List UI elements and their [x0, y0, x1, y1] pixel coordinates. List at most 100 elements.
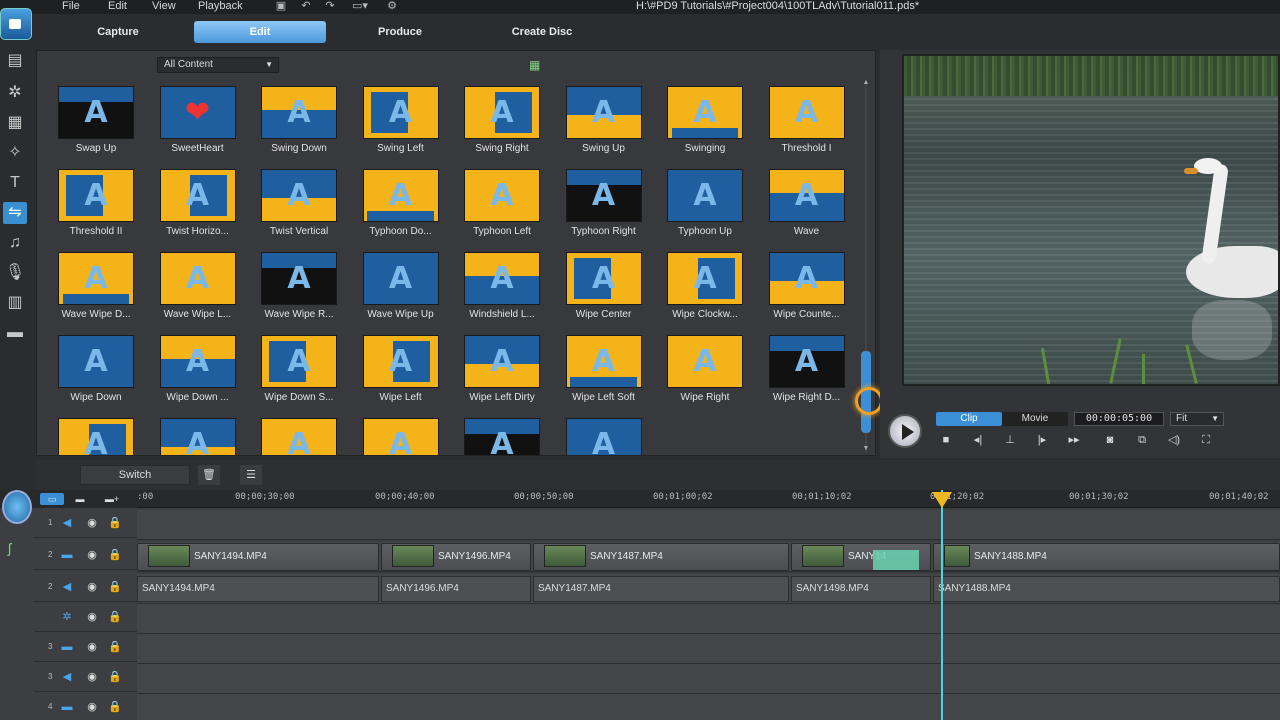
transition-tile[interactable]: A Swap Up: [41, 83, 134, 166]
transition-tile[interactable]: A Swing Left: [346, 83, 439, 166]
audio-track-icon[interactable]: ◀: [58, 580, 76, 594]
time-ruler[interactable]: :00 00;00;30;00 00;00;40;00 00;00;50;00 00;0…: [137, 490, 1280, 508]
effect-track-icon[interactable]: ✲: [58, 610, 76, 624]
eye-visibility-icon[interactable]: ◉: [84, 640, 100, 654]
eye-visibility-icon[interactable]: ◉: [84, 580, 100, 594]
save-icon[interactable]: ▣: [275, 0, 287, 12]
volume-icon[interactable]: ◁): [1166, 433, 1182, 447]
grid-view-icon[interactable]: ▦: [529, 59, 541, 71]
eye-visibility-icon[interactable]: ◉: [84, 700, 100, 714]
transition-tile[interactable]: A Wipe Left: [346, 332, 439, 415]
transition-tile[interactable]: A Swinging: [650, 83, 743, 166]
audio-clip[interactable]: SANY1487.MP4: [533, 576, 789, 602]
timeline-mode-icon[interactable]: [2, 490, 32, 524]
lock-icon[interactable]: 🔒: [108, 580, 122, 594]
chapter-room-icon[interactable]: ▥: [3, 292, 27, 314]
tab-produce[interactable]: Produce: [334, 21, 466, 43]
clip-movie-switch[interactable]: Clip Movie: [936, 412, 1068, 426]
video-clip[interactable]: SANY1496.MP4: [381, 543, 531, 571]
transition-tile[interactable]: A Swing Right: [447, 83, 540, 166]
playhead-line[interactable]: [941, 490, 943, 720]
particle-room-icon[interactable]: ✧: [3, 142, 27, 164]
transition-tile[interactable]: A Swing Down: [244, 83, 337, 166]
lock-icon[interactable]: 🔒: [108, 700, 122, 714]
transition-tile[interactable]: A Wave: [752, 166, 845, 249]
video-clip[interactable]: SANY1494.MP4: [137, 543, 379, 571]
title-room-icon[interactable]: T: [3, 172, 27, 194]
transition-tile[interactable]: A Wave Wipe L...: [143, 249, 236, 332]
video-track-icon[interactable]: ▬: [58, 640, 76, 654]
transition-tile[interactable]: A Twist Horizo...: [143, 166, 236, 249]
fast-forward-icon[interactable]: ▸▸: [1066, 433, 1082, 447]
switch-view-button[interactable]: Switch: [80, 465, 190, 485]
lock-icon[interactable]: 🔒: [108, 548, 122, 562]
transition-tile[interactable]: A Threshold I: [752, 83, 845, 166]
add-track-icon[interactable]: ▬+: [100, 493, 124, 505]
transition-tile[interactable]: A Wipe Clockw...: [650, 249, 743, 332]
voice-over-icon[interactable]: 🎙: [3, 262, 27, 284]
transition-tile[interactable]: A Wipe Center: [549, 249, 642, 332]
transition-tile[interactable]: A: [447, 415, 540, 455]
transition-tile[interactable]: A Windshield L...: [447, 249, 540, 332]
eye-visibility-icon[interactable]: ◉: [84, 516, 100, 530]
pip-room-icon[interactable]: ▦: [3, 112, 27, 134]
clip-mode-option[interactable]: Clip: [936, 412, 1002, 426]
eye-visibility-icon[interactable]: ◉: [84, 610, 100, 624]
audio-track-icon[interactable]: ◀: [58, 516, 76, 530]
audio-clip[interactable]: SANY1494.MP4: [137, 576, 379, 602]
eye-visibility-icon[interactable]: ◉: [84, 670, 100, 684]
previous-frame-icon[interactable]: ◂|: [970, 433, 986, 447]
transition-tile[interactable]: A Typhoon Do...: [346, 166, 439, 249]
audio-clip[interactable]: SANY1496.MP4: [381, 576, 531, 602]
delete-trash-icon[interactable]: 🗑: [198, 465, 220, 485]
transition-tile[interactable]: A Swing Up: [549, 83, 642, 166]
media-room-icon[interactable]: ▤: [3, 50, 27, 72]
lock-icon[interactable]: 🔒: [108, 516, 122, 530]
settings-gear-icon[interactable]: ⚙: [386, 0, 398, 12]
fullscreen-icon[interactable]: ⛶: [1198, 433, 1214, 447]
subtitle-room-icon[interactable]: ▬: [3, 322, 27, 344]
audio-mixing-icon[interactable]: ♫: [3, 232, 27, 254]
transition-tile[interactable]: A: [41, 415, 134, 455]
transition-marker[interactable]: [873, 550, 919, 570]
transition-tile[interactable]: A Typhoon Up: [650, 166, 743, 249]
content-filter-dropdown[interactable]: All Content ▼: [157, 57, 279, 73]
lock-icon[interactable]: 🔒: [108, 640, 122, 654]
menu-edit[interactable]: Edit: [108, 0, 127, 13]
transition-tile[interactable]: A: [244, 415, 337, 455]
aspect-ratio-icon[interactable]: ▭▾: [350, 0, 370, 12]
transition-tile[interactable]: A Wipe Down S...: [244, 332, 337, 415]
play-button[interactable]: [888, 414, 922, 448]
menu-playback[interactable]: Playback: [198, 0, 243, 13]
transition-tile[interactable]: A Wipe Left Soft: [549, 332, 642, 415]
video-track-icon[interactable]: ▬: [58, 700, 76, 714]
tab-create-disc[interactable]: Create Disc: [476, 21, 608, 43]
video-clip[interactable]: SANY1487.MP4: [533, 543, 789, 571]
eye-visibility-icon[interactable]: ◉: [84, 548, 100, 562]
transition-tile[interactable]: A Wave Wipe Up: [346, 249, 439, 332]
scroll-down-icon[interactable]: ▼: [861, 445, 871, 452]
transition-tile[interactable]: A Twist Vertical: [244, 166, 337, 249]
transition-tile[interactable]: A Typhoon Right: [549, 166, 642, 249]
transition-tile[interactable]: ❤ SweetHeart: [143, 83, 236, 166]
transition-tile[interactable]: A Wipe Right D...: [752, 332, 845, 415]
scroll-up-icon[interactable]: ▲: [861, 79, 871, 86]
transition-tile[interactable]: A: [549, 415, 642, 455]
transition-tile[interactable]: A Wipe Left Dirty: [447, 332, 540, 415]
transition-tile[interactable]: A Wipe Down ...: [143, 332, 236, 415]
storyboard-view-icon[interactable]: ▬: [68, 493, 92, 505]
lock-icon[interactable]: 🔒: [108, 610, 122, 624]
transition-tile[interactable]: A: [143, 415, 236, 455]
tab-edit[interactable]: Edit: [194, 21, 326, 43]
transition-tile[interactable]: A Wipe Down: [41, 332, 134, 415]
transition-room-icon[interactable]: ⇋: [3, 202, 27, 224]
split-icon[interactable]: ⊥: [1002, 433, 1018, 447]
transition-tile[interactable]: A: [346, 415, 439, 455]
stop-icon[interactable]: ■: [938, 433, 954, 447]
preview-window-icon[interactable]: ⧉: [1134, 433, 1150, 447]
timecode-display[interactable]: 00:00:05:00: [1074, 412, 1164, 426]
audio-clip[interactable]: SANY1498.MP4: [791, 576, 931, 602]
zoom-fit-dropdown[interactable]: Fit ▼: [1170, 412, 1224, 426]
undo-icon[interactable]: ↶: [300, 0, 312, 12]
transition-tile[interactable]: A Wave Wipe R...: [244, 249, 337, 332]
